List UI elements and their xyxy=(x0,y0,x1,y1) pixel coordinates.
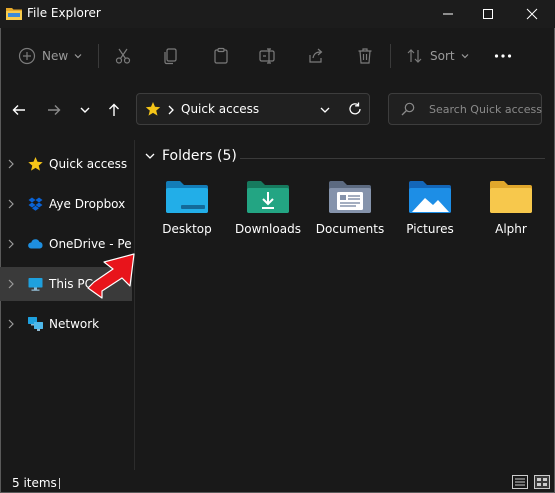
close-button[interactable] xyxy=(512,0,552,28)
folder-tile-documents[interactable]: Documents xyxy=(310,176,390,246)
folder-label: Documents xyxy=(315,222,385,236)
red-arrow-annotation xyxy=(87,253,135,299)
delete-button[interactable] xyxy=(356,36,374,76)
recent-locations-button[interactable] xyxy=(73,98,97,122)
arrow-right-icon xyxy=(48,105,61,115)
dropbox-icon xyxy=(28,197,43,211)
more-options-button[interactable] xyxy=(493,36,513,76)
new-button[interactable]: New xyxy=(18,36,83,76)
chevron-down-icon xyxy=(145,153,155,159)
chevron-down-icon xyxy=(461,54,469,59)
cut-button[interactable] xyxy=(114,36,132,76)
chevron-right-icon xyxy=(168,105,174,115)
scissors-icon xyxy=(115,48,131,64)
chevron-down-icon xyxy=(80,107,90,113)
chevron-right-icon[interactable] xyxy=(7,239,15,249)
onedrive-cloud-icon xyxy=(28,239,43,249)
sidebar-item-network[interactable]: Network xyxy=(0,307,132,341)
folder-tile-downloads[interactable]: Downloads xyxy=(228,176,308,246)
chevron-right-icon[interactable] xyxy=(7,159,15,169)
folder-tile-pictures[interactable]: Pictures xyxy=(390,176,470,246)
tiles-view-icon[interactable] xyxy=(534,475,550,489)
address-dropdown-icon[interactable] xyxy=(319,104,331,116)
search-placeholder: Search Quick access xyxy=(429,103,542,116)
up-button[interactable] xyxy=(102,98,126,122)
details-view-icon[interactable] xyxy=(512,475,528,489)
star-icon xyxy=(28,157,43,171)
arrow-left-icon xyxy=(12,105,25,115)
sort-icon xyxy=(407,49,422,63)
title-bar: File Explorer xyxy=(0,0,555,28)
address-bar[interactable]: Quick access xyxy=(136,93,370,125)
star-icon xyxy=(145,102,161,116)
command-bar: New Sort xyxy=(0,36,555,76)
section-title: Folders (5) xyxy=(162,148,237,164)
chevron-right-icon[interactable] xyxy=(7,319,15,329)
documents-folder-icon xyxy=(329,181,371,213)
share-button[interactable] xyxy=(307,36,325,76)
file-explorer-app-icon xyxy=(6,8,22,20)
copy-icon xyxy=(164,48,177,65)
sidebar-item-aye-dropbox[interactable]: Aye Dropbox xyxy=(0,187,132,221)
toolbar-separator xyxy=(98,44,99,68)
desktop-folder-icon xyxy=(166,181,208,213)
sidebar-item-label: Network xyxy=(49,317,100,331)
search-icon xyxy=(401,102,415,116)
sidebar-item-quick-access[interactable]: Quick access xyxy=(0,147,132,181)
rename-icon xyxy=(259,48,275,64)
window-title: File Explorer xyxy=(27,6,101,20)
folder-tile-desktop[interactable]: Desktop xyxy=(147,176,227,246)
toolbar-separator xyxy=(390,44,391,68)
paste-button[interactable] xyxy=(212,36,230,76)
maximize-button[interactable] xyxy=(468,0,508,28)
back-button[interactable] xyxy=(7,98,31,122)
more-icon xyxy=(494,54,512,58)
share-icon xyxy=(309,48,323,63)
close-icon xyxy=(526,8,538,20)
chevron-right-icon[interactable] xyxy=(7,199,15,209)
pictures-folder-icon xyxy=(409,181,451,213)
search-input[interactable]: Search Quick access xyxy=(388,93,542,125)
pane-divider[interactable] xyxy=(134,140,135,470)
folder-label: Desktop xyxy=(162,222,212,236)
paste-icon xyxy=(214,47,228,64)
arrow-up-icon xyxy=(109,103,119,116)
item-count: 5 items xyxy=(12,476,57,490)
rename-button[interactable] xyxy=(258,36,276,76)
sidebar-item-label: Aye Dropbox xyxy=(49,197,126,211)
minimize-icon xyxy=(443,13,453,15)
copy-button[interactable] xyxy=(162,36,180,76)
folder-label: Pictures xyxy=(406,222,454,236)
folder-icon xyxy=(490,181,532,213)
sidebar-item-label: Quick access xyxy=(49,157,128,171)
plus-circle-icon xyxy=(18,47,36,65)
address-path: Quick access xyxy=(181,102,260,116)
sidebar-item-label: OneDrive - Pers xyxy=(49,237,132,251)
downloads-folder-icon xyxy=(247,181,289,213)
folder-tile-alphr[interactable]: Alphr xyxy=(471,176,551,246)
trash-icon xyxy=(358,48,372,64)
sort-button[interactable]: Sort xyxy=(406,36,470,76)
new-label: New xyxy=(42,49,69,63)
forward-button[interactable] xyxy=(42,98,66,122)
status-bar: 5 items xyxy=(0,472,555,493)
monitor-icon xyxy=(28,278,43,291)
folder-label: Alphr xyxy=(495,222,527,236)
status-separator xyxy=(59,478,60,489)
network-icon xyxy=(28,317,43,331)
sort-label: Sort xyxy=(430,49,455,63)
navigation-pane: Quick access Aye Dropbox OneDrive - Pers… xyxy=(0,140,132,470)
maximize-icon xyxy=(483,9,493,19)
chevron-right-icon[interactable] xyxy=(7,279,15,289)
section-divider xyxy=(240,158,545,159)
refresh-icon[interactable] xyxy=(348,102,362,116)
chevron-down-icon xyxy=(74,54,82,59)
minimize-button[interactable] xyxy=(428,0,468,28)
folder-label: Downloads xyxy=(235,222,301,236)
folders-section-header[interactable]: Folders (5) xyxy=(144,148,237,164)
